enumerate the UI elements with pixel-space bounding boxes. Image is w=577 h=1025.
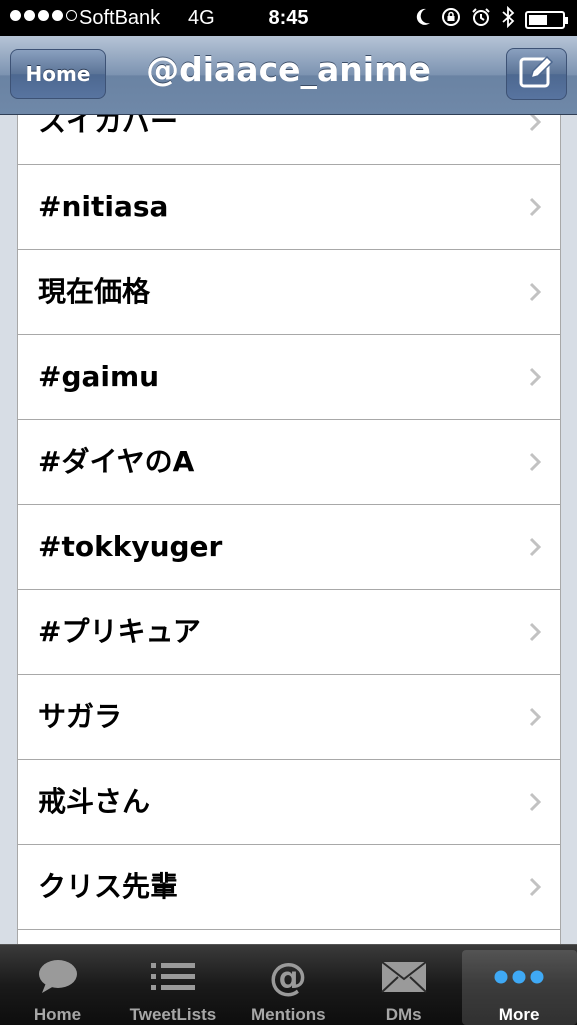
list-item-label: #gaimu (38, 360, 160, 393)
tab-home[interactable]: Home (0, 945, 115, 1025)
list-item[interactable] (18, 930, 560, 944)
list-item-label: スイカバー (38, 115, 179, 138)
more-dots-icon (462, 957, 577, 997)
envelope-icon (346, 957, 461, 997)
chevron-right-icon (528, 876, 542, 898)
svg-text:@: @ (269, 956, 307, 998)
list-item-label: 戒斗さん (38, 785, 151, 818)
list-item[interactable]: #プリキュア (18, 590, 560, 675)
tab-mentions[interactable]: @ Mentions (231, 945, 346, 1025)
at-sign-icon: @ (231, 956, 346, 998)
list-item[interactable]: 現在価格 (18, 250, 560, 335)
list-item[interactable]: スイカバー (18, 115, 560, 165)
chevron-right-icon (528, 451, 542, 473)
compose-icon (517, 52, 557, 96)
home-back-button[interactable]: Home (10, 49, 106, 99)
compose-button[interactable] (506, 48, 567, 100)
tab-more[interactable]: More (461, 950, 577, 1025)
status-bar: SoftBank 4G 8:45 (0, 0, 577, 36)
chevron-right-icon (528, 196, 542, 218)
page-title: @diaace_anime (146, 50, 431, 89)
list-item-label: #nitiasa (38, 190, 169, 223)
chevron-right-icon (528, 115, 542, 133)
list-icon (115, 957, 230, 997)
hashtag-list: スイカバー #nitiasa 現在価格 #gaimu #ダイヤのA #tokkyuger #… (17, 115, 561, 944)
list-item-label: #ダイヤのA (38, 445, 195, 478)
chevron-right-icon (528, 281, 542, 303)
tab-label: Mentions (250, 1005, 326, 1024)
list-item[interactable]: クリス先輩 (18, 845, 560, 930)
bluetooth-icon (501, 5, 515, 34)
alarm-icon (471, 7, 491, 33)
chevron-right-icon (528, 621, 542, 643)
list-item[interactable]: #tokkyuger (18, 505, 560, 590)
list-item[interactable]: #gaimu (18, 335, 560, 420)
list-item[interactable]: 戒斗さん (18, 760, 560, 845)
list-item-label: #プリキュア (38, 615, 201, 648)
chevron-right-icon (528, 536, 542, 558)
tab-tweetlists[interactable]: TweetLists (115, 945, 230, 1025)
navigation-bar: Home @diaace_anime (0, 36, 577, 115)
tab-bar: Home TweetLists @ Mentions DMs More (0, 944, 577, 1025)
chevron-right-icon (528, 706, 542, 728)
battery-icon (525, 11, 568, 29)
tab-label: DMs (385, 1005, 422, 1024)
chevron-right-icon (528, 366, 542, 388)
tab-label: More (498, 1005, 540, 1024)
list-item[interactable]: サガラ (18, 675, 560, 760)
rotation-lock-icon (441, 7, 461, 33)
list-item-label: 現在価格 (38, 275, 151, 308)
list-item[interactable]: #nitiasa (18, 165, 560, 250)
speech-bubble-icon (0, 957, 115, 997)
moon-icon (415, 8, 431, 32)
list-item-label: #tokkyuger (38, 530, 223, 563)
list-item-label: サガラ (38, 700, 123, 733)
list-item[interactable]: #ダイヤのA (18, 420, 560, 505)
chevron-right-icon (528, 791, 542, 813)
tab-label: TweetLists (129, 1005, 217, 1024)
tab-label: Home (33, 1005, 82, 1024)
tab-dms[interactable]: DMs (346, 945, 461, 1025)
hashtag-list-scroll[interactable]: スイカバー #nitiasa 現在価格 #gaimu #ダイヤのA #tokkyuger #… (0, 115, 577, 944)
list-item-label: クリス先輩 (38, 870, 179, 903)
